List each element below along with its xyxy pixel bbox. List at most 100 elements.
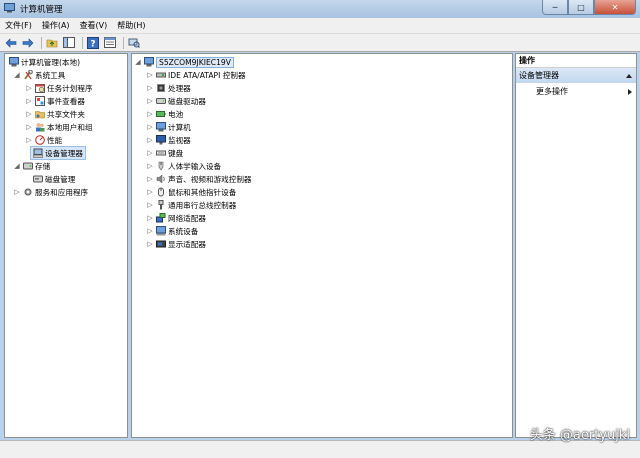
expand-arrow-icon[interactable]: ▷: [146, 71, 154, 79]
window-controls: ─ □ ✕: [542, 0, 636, 15]
tree-item-local-users-groups[interactable]: ▷ 本地用户和组: [25, 121, 93, 133]
expand-arrow-icon[interactable]: ▷: [25, 97, 33, 105]
performance-icon: [35, 135, 45, 145]
expand-arrow-icon[interactable]: ▷: [146, 97, 154, 105]
menu-view[interactable]: 查看(V): [75, 20, 113, 31]
tree-item-device-manager[interactable]: 设备管理器: [30, 146, 86, 160]
menu-file[interactable]: 文件(F): [0, 20, 37, 31]
expand-arrow-icon[interactable]: ▷: [146, 240, 154, 248]
tree-item-storage[interactable]: ◢ 存储: [13, 160, 50, 172]
device-category[interactable]: ▷ 电池: [146, 108, 183, 120]
menu-action[interactable]: 操作(A): [37, 20, 75, 31]
disk-drive-icon: [156, 98, 166, 104]
device-root-label: S5ZCOM9JKIEC19V: [156, 56, 234, 68]
maximize-button[interactable]: □: [568, 0, 594, 15]
device-category-label: 网络适配器: [168, 213, 206, 223]
up-folder-icon: [46, 39, 58, 48]
expand-arrow-icon[interactable]: ▷: [25, 123, 33, 131]
help-button[interactable]: ?: [86, 36, 100, 50]
battery-icon: [156, 111, 166, 117]
expand-arrow-icon[interactable]: ▷: [146, 227, 154, 235]
toolbar-separator: [41, 36, 42, 49]
device-category[interactable]: ▷ 网络适配器: [146, 212, 206, 224]
collapse-arrow-icon[interactable]: ◢: [13, 162, 21, 170]
tree-item-disk-management[interactable]: 磁盘管理: [31, 173, 75, 185]
scan-hardware-icon: [128, 38, 140, 48]
tree-item-label: 磁盘管理: [45, 174, 76, 184]
tree-item-services-applications[interactable]: ▷ 服务和应用程序: [13, 186, 88, 198]
expand-arrow-icon[interactable]: ▷: [146, 201, 154, 209]
device-category[interactable]: ▷ 显示适配器: [146, 238, 206, 250]
device-category[interactable]: ▷ 监视器: [146, 134, 191, 146]
forward-button[interactable]: [21, 36, 35, 50]
minimize-button[interactable]: ─: [542, 0, 568, 15]
expand-arrow-icon[interactable]: ▷: [146, 162, 154, 170]
computer-icon: [144, 57, 154, 67]
device-category[interactable]: ▷ 声音、视频和游戏控制器: [146, 173, 252, 185]
console-tree-pane[interactable]: 计算机管理(本地) ◢ 系统工具 ▷ 任务计划程序 ▷ 事件查看器 ▷ 共享文件…: [4, 53, 128, 438]
device-category-label: 系统设备: [168, 226, 199, 236]
expand-arrow-icon[interactable]: ▷: [146, 175, 154, 183]
tree-item-system-tools[interactable]: ◢ 系统工具: [13, 69, 65, 81]
device-category[interactable]: ▷ 通用串行总线控制器: [146, 199, 236, 211]
system-device-icon: [156, 226, 166, 236]
device-tree-pane[interactable]: ◢ S5ZCOM9JKIEC19V ▷ IDE ATA/ATAPI 控制器 ▷ …: [131, 53, 513, 438]
expand-arrow-icon[interactable]: ▷: [146, 214, 154, 222]
device-root[interactable]: ◢ S5ZCOM9JKIEC19V: [134, 56, 234, 68]
tree-item-task-scheduler[interactable]: ▷ 任务计划程序: [25, 82, 93, 94]
menu-help[interactable]: 帮助(H): [112, 20, 150, 31]
back-button[interactable]: [4, 36, 18, 50]
more-actions-item[interactable]: 更多操作: [516, 85, 636, 98]
device-category[interactable]: ▷ 键盘: [146, 147, 183, 159]
device-category[interactable]: ▷ IDE ATA/ATAPI 控制器: [146, 69, 245, 81]
scan-hardware-button[interactable]: [127, 36, 141, 50]
device-category[interactable]: ▷ 人体学输入设备: [146, 160, 221, 172]
network-adapter-icon: [156, 213, 166, 223]
expand-arrow-icon[interactable]: ▷: [25, 110, 33, 118]
tree-item-shared-folders[interactable]: ▷ 共享文件夹: [25, 108, 85, 120]
show-hide-tree-button[interactable]: [62, 36, 76, 50]
device-category-label: 处理器: [168, 83, 191, 93]
actions-header: 操作: [516, 54, 636, 68]
device-category-label: 键盘: [168, 148, 184, 158]
tree-item-computer-management[interactable]: 计算机管理(本地): [7, 56, 80, 68]
device-category[interactable]: ▷ 鼠标和其他指针设备: [146, 186, 236, 198]
expand-arrow-icon[interactable]: ▷: [146, 110, 154, 118]
collapse-arrow-icon[interactable]: ◢: [134, 58, 142, 66]
minimize-icon: ─: [552, 2, 558, 12]
close-button[interactable]: ✕: [594, 0, 636, 15]
up-button[interactable]: [45, 36, 59, 50]
collapse-caret-icon[interactable]: [626, 73, 632, 78]
device-category[interactable]: ▷ 磁盘驱动器: [146, 95, 206, 107]
actions-section-device-manager[interactable]: 设备管理器: [516, 68, 636, 83]
expand-arrow-icon[interactable]: ▷: [146, 136, 154, 144]
computer-management-icon: [9, 57, 19, 67]
usb-icon: [158, 200, 164, 210]
expand-arrow-icon[interactable]: ▷: [146, 123, 154, 131]
device-category[interactable]: ▷ 处理器: [146, 82, 191, 94]
device-category-label: 磁盘驱动器: [168, 96, 206, 106]
expand-arrow-icon[interactable]: ▷: [25, 84, 33, 92]
disk-management-icon: [33, 175, 43, 183]
device-category-label: 监视器: [168, 135, 191, 145]
expand-arrow-icon[interactable]: ▷: [146, 149, 154, 157]
title-bar[interactable]: 计算机管理 ─ □ ✕: [0, 0, 640, 19]
tree-item-label: 系统工具: [35, 70, 66, 80]
back-icon: [5, 37, 17, 48]
expand-arrow-icon[interactable]: ▷: [13, 188, 21, 196]
device-category[interactable]: ▷ 系统设备: [146, 225, 198, 237]
properties-button[interactable]: [103, 36, 117, 50]
task-scheduler-icon: [35, 84, 45, 93]
watermark: 头条 @aertyujkl: [529, 428, 630, 443]
properties-icon: [104, 37, 116, 48]
expand-arrow-icon[interactable]: ▷: [146, 84, 154, 92]
device-manager-icon: [33, 148, 43, 158]
expand-arrow-icon[interactable]: ▷: [25, 136, 33, 144]
expand-arrow-icon[interactable]: ▷: [146, 188, 154, 196]
tree-item-event-viewer[interactable]: ▷ 事件查看器: [25, 95, 85, 107]
device-category[interactable]: ▷ 计算机: [146, 121, 191, 133]
maximize-icon: □: [577, 2, 585, 12]
collapse-arrow-icon[interactable]: ◢: [13, 71, 21, 79]
monitor-icon: [156, 135, 166, 145]
tree-item-performance[interactable]: ▷ 性能: [25, 134, 62, 146]
